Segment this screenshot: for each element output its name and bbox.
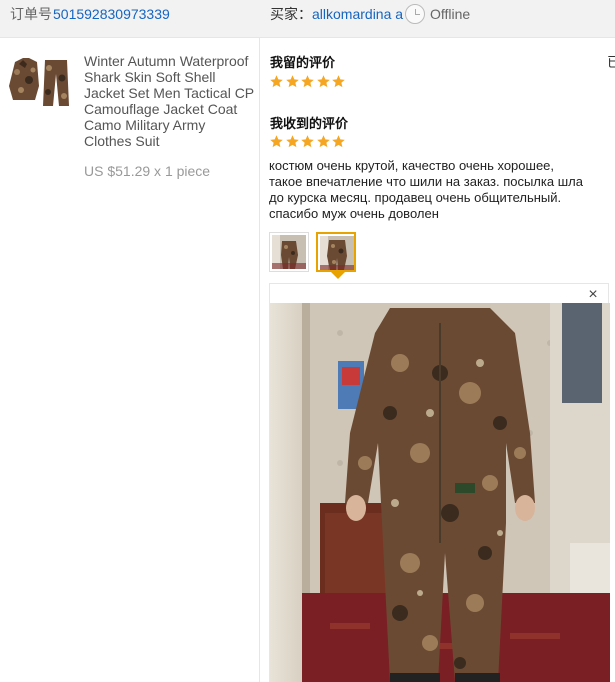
buyer-status: Offline	[430, 6, 471, 22]
star-icon	[316, 135, 330, 148]
clock-icon	[405, 4, 425, 24]
product-thumbnail[interactable]	[9, 56, 71, 108]
star-icon	[332, 75, 345, 88]
star-icon	[301, 135, 314, 148]
column-divider	[259, 38, 260, 682]
selected-thumb-pointer	[331, 272, 345, 279]
received-rating-stars	[269, 134, 347, 150]
buyer-label: 买家：	[270, 6, 312, 22]
star-icon	[301, 75, 314, 88]
review-photo-large	[270, 303, 610, 682]
star-icon	[316, 75, 330, 88]
order-header-bar: 订单号 501592830973339 买家： allkomardina a O…	[0, 0, 615, 38]
star-icon	[270, 75, 283, 88]
star-icon	[285, 135, 299, 148]
product-title[interactable]: Winter Autumn Waterproof Shark Skin Soft…	[84, 53, 254, 149]
star-icon	[332, 135, 345, 148]
review-text: костюм очень крутой, качество очень хоро…	[269, 158, 583, 221]
star-icon	[285, 75, 299, 88]
product-price: US $51.29 x 1 piece	[84, 163, 211, 179]
review-photo-thumbnail-selected[interactable]	[316, 232, 356, 272]
order-number-label: 订单号	[10, 6, 52, 22]
my-rating-stars	[269, 74, 347, 90]
review-photo-thumbnail[interactable]	[269, 232, 309, 272]
close-icon[interactable]: ×	[585, 287, 601, 303]
order-number-link[interactable]: 501592830973339	[53, 0, 170, 28]
buyer-name-link[interactable]: allkomardina a	[312, 0, 403, 28]
my-review-label: 我留的评价	[270, 56, 336, 71]
cut-off-column-header: 已	[607, 54, 615, 70]
star-icon	[270, 135, 283, 148]
received-review-label: 我收到的评价	[270, 117, 349, 132]
